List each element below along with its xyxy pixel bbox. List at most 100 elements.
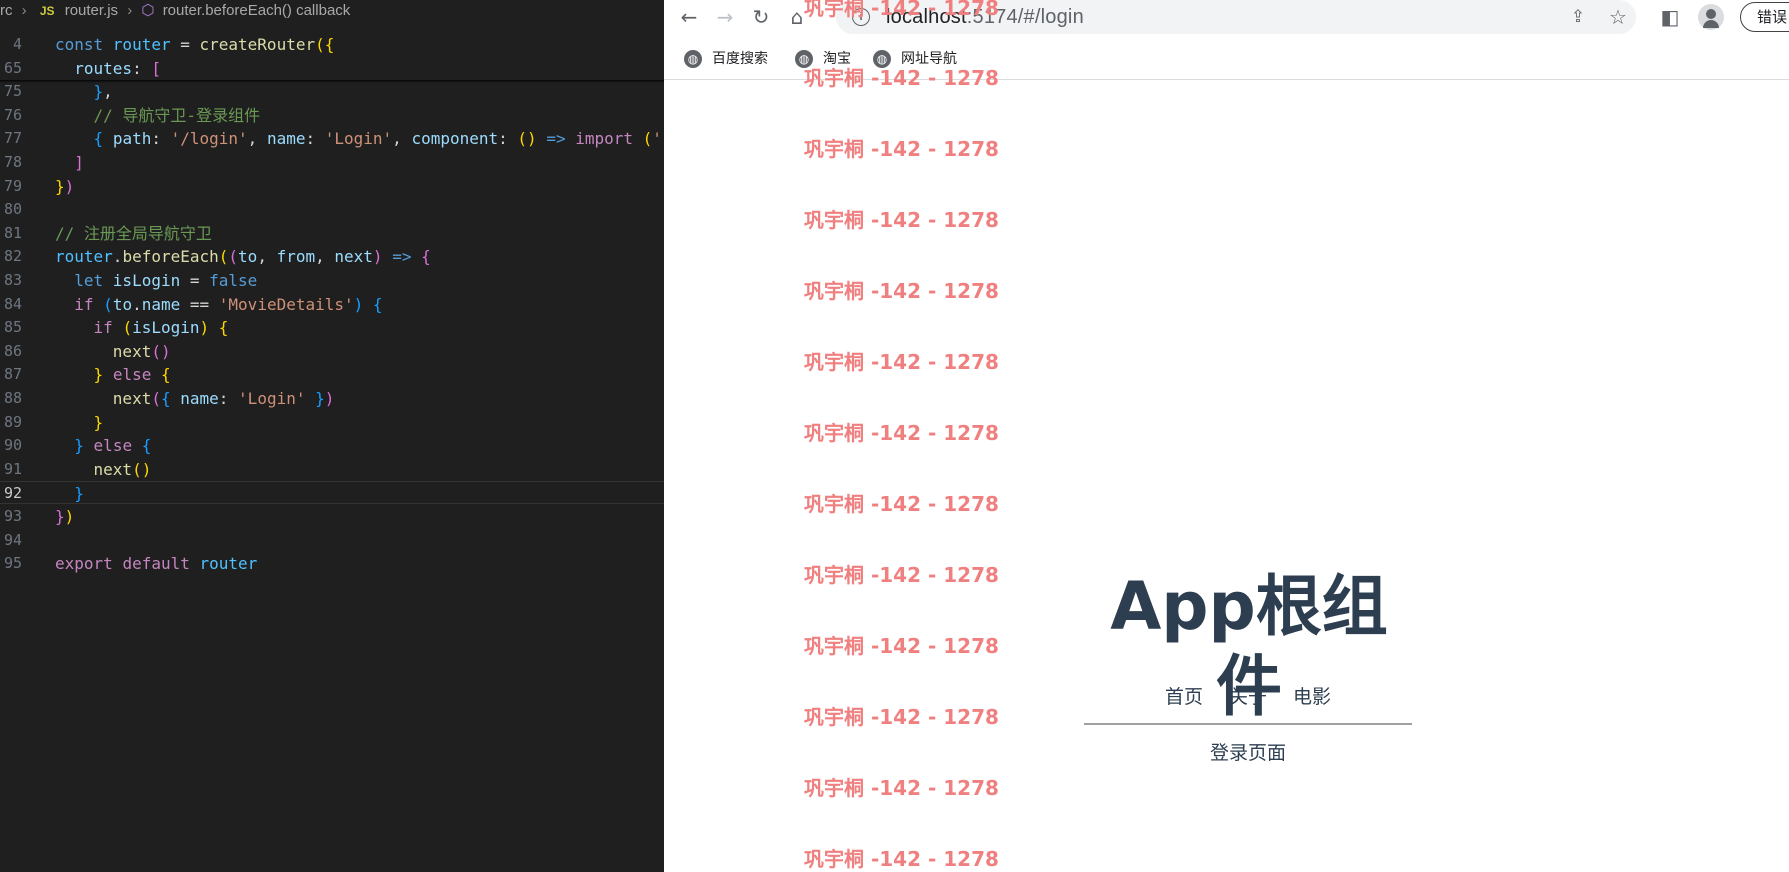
code-line[interactable]: 4 const router = createRouter({ [0, 33, 664, 56]
breadcrumb-file[interactable]: router.js [65, 0, 118, 22]
code-token: name [141, 294, 181, 314]
code-line[interactable]: 65 routes: [ [0, 56, 664, 80]
code-line[interactable]: 86 next() [0, 340, 664, 363]
code-token: , [247, 129, 267, 149]
code-line[interactable]: 81 // 注册全局导航守卫 [0, 222, 664, 245]
code-text: { path: '/login', name: 'Login', compone… [55, 127, 662, 150]
code-text: }) [55, 175, 74, 198]
watermark: 巩宇桐 -142 - 1278 [804, 492, 999, 516]
code-line[interactable]: 83 let isLogin = false [0, 269, 664, 292]
code-token: isLogin [112, 271, 181, 290]
code-editor[interactable]: 4 const router = createRouter({65 routes:… [0, 0, 664, 872]
code-token: => [546, 129, 566, 149]
code-token: isLogin [132, 318, 200, 338]
arrow-left-icon[interactable]: ← [675, 3, 703, 31]
code-line[interactable]: 90 } else { [0, 434, 664, 457]
url-path: :5174/#/login [966, 6, 1084, 28]
code-line[interactable]: 85 if (isLogin) { [0, 316, 664, 339]
code-line[interactable]: 88 next({ name: 'Login' }) [0, 387, 664, 410]
code-token: == [180, 294, 219, 314]
code-text: }, [55, 80, 113, 103]
nav-link-movies[interactable]: 电影 [1293, 686, 1331, 708]
watermark: 巩宇桐 -142 - 1278 [804, 279, 999, 303]
code-token: next [93, 459, 133, 479]
home-icon[interactable]: ⌂ [783, 3, 811, 31]
bookmark-taobao[interactable]: ◍ 淘宝 [795, 45, 851, 71]
code-token: next [334, 247, 373, 267]
code-token: ) [353, 294, 364, 314]
code-token: { [93, 129, 104, 149]
bookmark-nav[interactable]: ◍ 网址导航 [873, 45, 957, 71]
code-line[interactable]: 94 [0, 529, 664, 552]
code-line[interactable]: 93}) [0, 505, 664, 528]
address-bar[interactable]: i localhost:5174/#/login ⇪ ☆ [836, 0, 1636, 34]
code-line[interactable]: 75 }, [0, 80, 664, 103]
code-text: // 注册全局导航守卫 [55, 222, 212, 245]
code-token: } [74, 484, 84, 504]
breadcrumb-symbol[interactable]: router.beforeEach() callback [163, 0, 351, 22]
code-line[interactable]: 84 if (to.name == 'MovieDetails') { [0, 293, 664, 316]
side-panel-icon[interactable]: ◧ [1656, 3, 1684, 31]
line-number: 95 [3, 554, 22, 573]
nav-divider [1084, 723, 1412, 725]
code-line[interactable]: 76 // 导航守卫-登录组件 [0, 104, 664, 127]
watermark: 巩宇桐 -142 - 1278 [804, 705, 999, 729]
code-area[interactable]: 4 const router = createRouter({65 routes:… [0, 0, 664, 872]
code-line[interactable]: 77 { path: '/login', name: 'Login', comp… [0, 127, 664, 150]
nav-link-about[interactable]: 关于 [1229, 686, 1267, 708]
code-token: path [112, 129, 152, 149]
code-line[interactable]: 92 } [0, 481, 664, 505]
code-line[interactable]: 79}) [0, 175, 664, 198]
code-token: ( [122, 318, 133, 338]
line-number: 89 [3, 412, 22, 431]
code-line[interactable]: 91 next() [0, 458, 664, 481]
code-token: { [141, 436, 152, 456]
arrow-right-icon[interactable]: → [711, 3, 739, 31]
code-token: name [266, 129, 306, 149]
line-number: 77 [3, 129, 22, 148]
code-text: }) [55, 505, 74, 528]
watermark: 巩宇桐 -142 - 1278 [804, 421, 999, 445]
bookmark-baidu[interactable]: ◍ 百度搜索 [684, 45, 768, 71]
profile-icon[interactable] [1698, 4, 1724, 30]
reload-icon[interactable]: ↻ [747, 3, 775, 31]
code-line[interactable]: 82 router.beforeEach((to, from, next) => … [0, 245, 664, 268]
breadcrumb: rc › JS router.js › ⬡ router.beforeEach(… [0, 0, 664, 22]
code-token: : [132, 58, 152, 78]
nav-link-home[interactable]: 首页 [1165, 686, 1203, 708]
line-number: 78 [3, 153, 22, 171]
code-token: 'Login' [324, 129, 393, 149]
code-token: , [257, 247, 277, 267]
code-text: next() [55, 458, 152, 481]
breadcrumb-folder[interactable]: rc [0, 0, 13, 22]
code-line[interactable]: 95 export default router [0, 552, 664, 575]
code-token: . [132, 294, 142, 314]
profile-error-chip[interactable]: 错误 [1740, 2, 1789, 32]
share-icon[interactable]: ⇪ [1564, 3, 1592, 31]
code-token: [ [151, 58, 161, 78]
code-token: ( [151, 389, 161, 408]
code-line[interactable]: 78 ] [0, 151, 664, 174]
star-icon[interactable]: ☆ [1604, 3, 1632, 31]
code-line[interactable]: 80 [0, 198, 664, 221]
line-number: 80 [3, 200, 22, 219]
code-token: ' [652, 129, 662, 149]
info-icon[interactable]: i [852, 8, 870, 26]
code-line[interactable]: 87 } else { [0, 363, 664, 386]
line-number: 81 [3, 223, 22, 242]
url-text[interactable]: localhost:5174/#/login [886, 6, 1084, 29]
code-token: { [372, 294, 383, 314]
code-token: // 注册全局导航守卫 [55, 223, 212, 243]
code-token: 'Login' [238, 389, 306, 408]
code-line[interactable]: 89 } [0, 411, 664, 434]
